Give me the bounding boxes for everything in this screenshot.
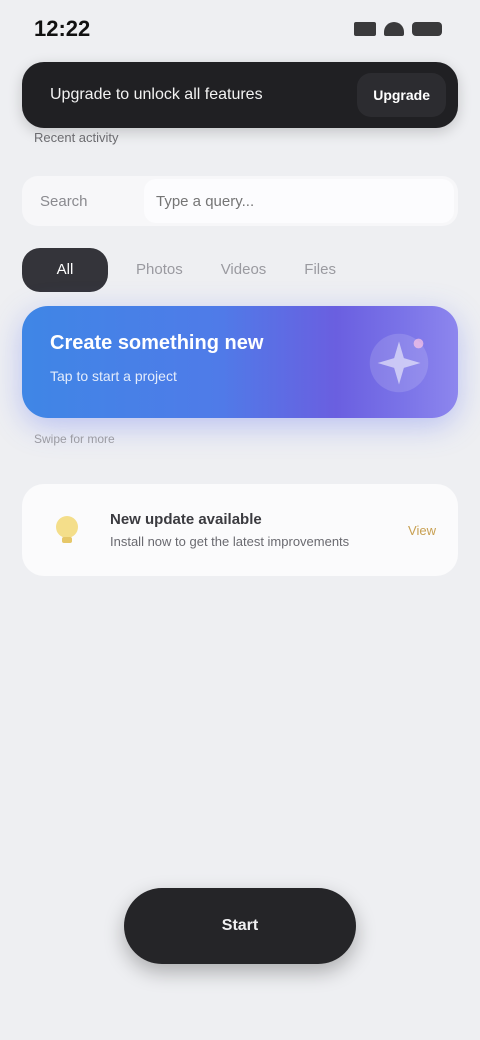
home-pill-button[interactable]: Start <box>124 888 356 964</box>
tab-photos[interactable]: Photos <box>126 248 193 292</box>
section-caption: Recent activity <box>34 130 119 145</box>
hero-subtitle: Tap to start a project <box>50 368 177 384</box>
promo-cta-button[interactable]: Upgrade <box>357 73 446 117</box>
notice-content: New update available Install now to get … <box>110 511 408 549</box>
hero-card[interactable]: Create something new Tap to start a proj… <box>22 306 458 418</box>
battery-icon <box>412 22 442 36</box>
status-bar: 12:22 <box>0 0 480 60</box>
tab-bar: All Photos Videos Files <box>22 248 346 292</box>
promo-banner[interactable]: Upgrade to unlock all features Upgrade <box>22 62 458 128</box>
search-input[interactable] <box>144 179 454 223</box>
tab-all[interactable]: All <box>22 248 108 292</box>
search-row: Search <box>22 176 458 226</box>
notice-description: Install now to get the latest improvemen… <box>110 534 350 549</box>
hero-title: Create something new <box>50 332 264 354</box>
notice-title: New update available <box>110 511 262 528</box>
hint-text: Swipe for more <box>34 432 115 446</box>
status-icons <box>354 22 442 36</box>
status-time: 12:22 <box>34 16 91 41</box>
tab-videos[interactable]: Videos <box>211 248 277 292</box>
wifi-icon <box>384 22 404 36</box>
promo-text: Upgrade to unlock all features <box>50 86 263 103</box>
notice-action-link[interactable]: View <box>408 523 436 538</box>
lightbulb-icon <box>44 507 90 553</box>
notice-card[interactable]: New update available Install now to get … <box>22 484 458 576</box>
search-label: Search <box>40 192 88 210</box>
tab-files[interactable]: Files <box>294 248 346 292</box>
home-pill-label: Start <box>221 917 259 934</box>
sparkle-icon <box>369 333 429 393</box>
signal-icon <box>354 22 376 36</box>
